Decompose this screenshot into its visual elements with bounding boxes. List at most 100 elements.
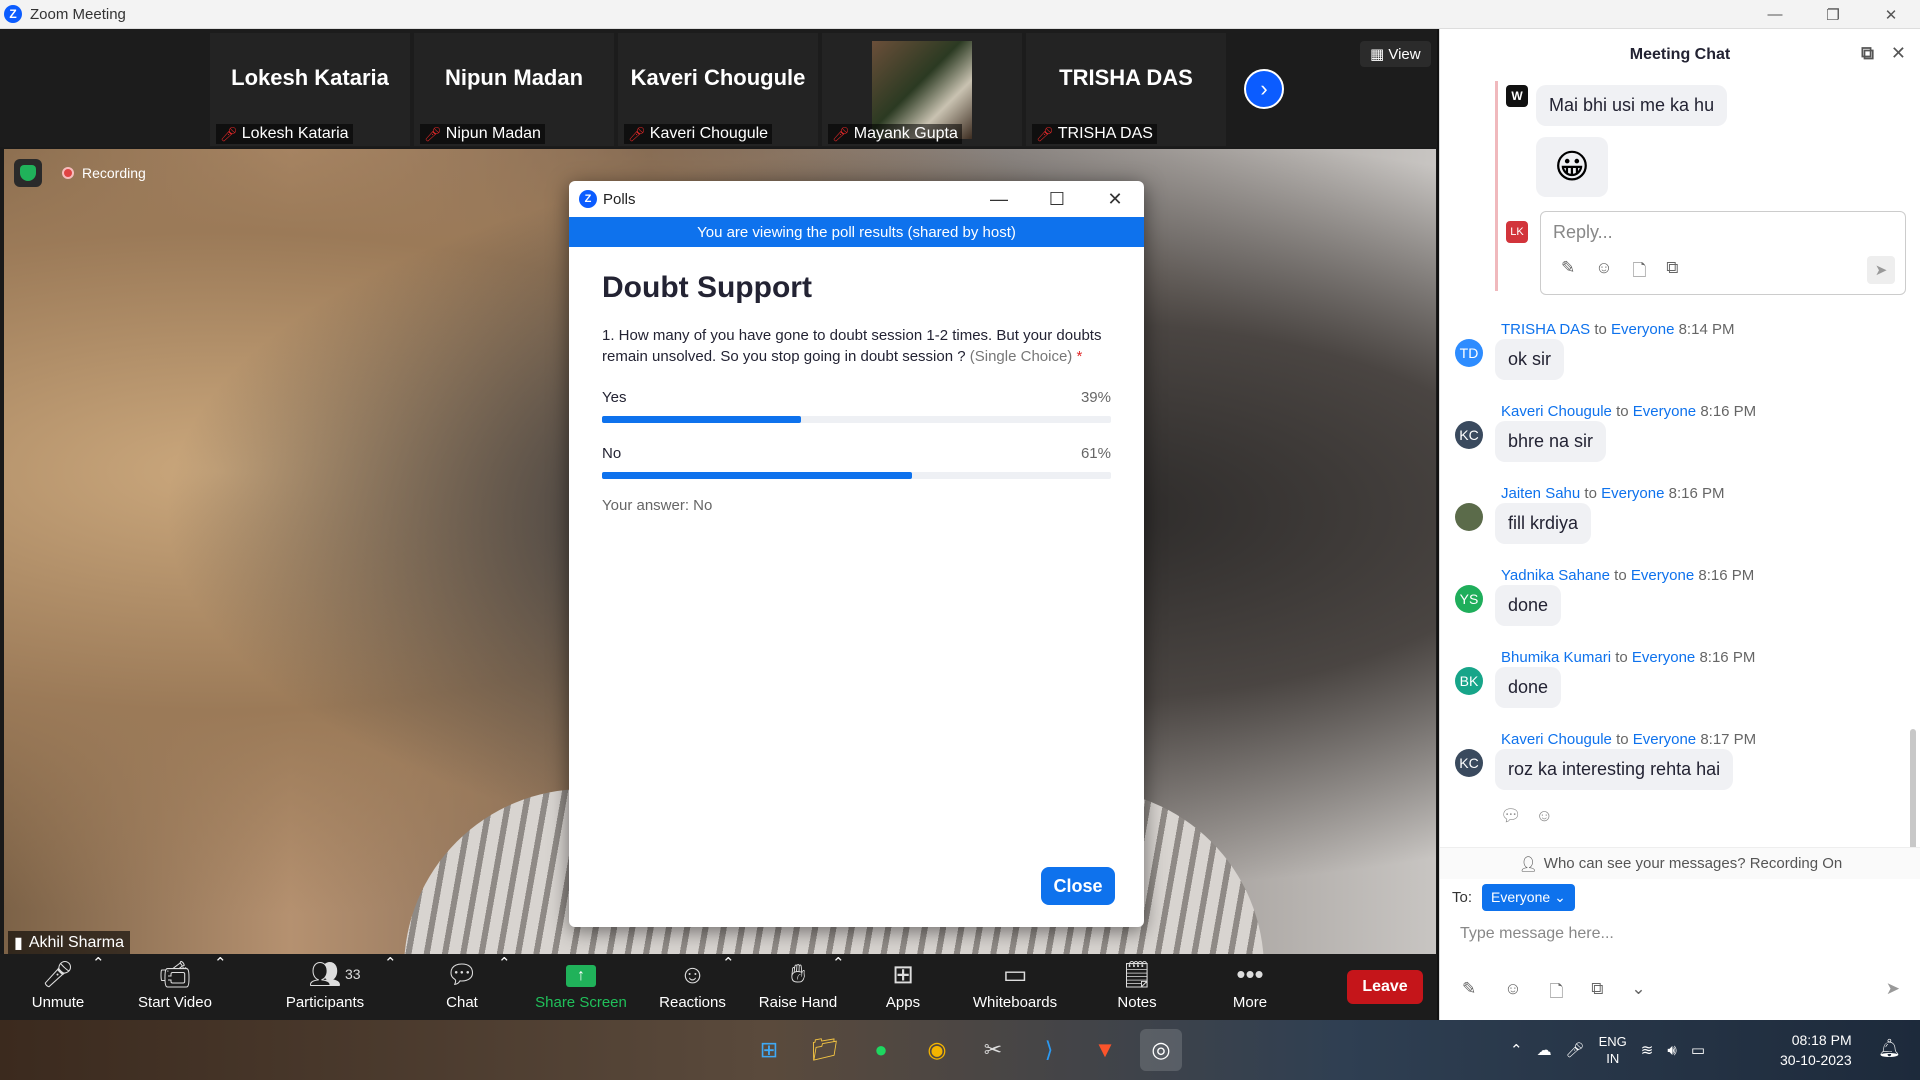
message-input[interactable]: Type message here...	[1460, 925, 1614, 943]
minimize-icon[interactable]: —	[1746, 0, 1804, 29]
sender-name[interactable]: Bhumika Kumari	[1501, 649, 1611, 666]
battery-icon[interactable]: ▭	[1691, 1041, 1705, 1059]
vscode-icon[interactable]: ⟩	[1028, 1029, 1070, 1071]
onedrive-icon[interactable]: ☁	[1537, 1041, 1552, 1059]
close-chat-icon[interactable]: ✕	[1891, 43, 1906, 64]
add-reaction-icon[interactable]: ☺	[1536, 806, 1553, 826]
raise-hand-options-chevron-icon[interactable]: ⌃	[832, 954, 845, 1020]
poll-close-button[interactable]: Close	[1041, 867, 1115, 905]
zoom-logo-icon: Z	[4, 5, 22, 23]
to-word: to	[1616, 731, 1629, 748]
close-window-icon[interactable]: ✕	[1862, 0, 1920, 29]
visibility-note[interactable]: 👤︎ Who can see your messages? Recording …	[1440, 847, 1920, 879]
emoji-message[interactable]: 😀	[1536, 137, 1608, 197]
sender-name[interactable]: Kaveri Chougule	[1501, 731, 1612, 748]
your-answer: Your answer: No	[602, 497, 713, 514]
tray-chevron-icon[interactable]: ⌃	[1510, 1041, 1523, 1059]
poll-maximize-icon[interactable]: ☐	[1028, 181, 1086, 217]
format-icon[interactable]: ✎	[1462, 979, 1476, 1008]
participant-tile[interactable]: Kaveri Chougule 🎤︎ Kaveri Chougule	[618, 33, 818, 146]
recipient[interactable]: Everyone	[1633, 403, 1696, 420]
whiteboards-button[interactable]: ▭ Whiteboards	[965, 954, 1065, 1020]
send-icon[interactable]: ➤	[1886, 979, 1900, 999]
participant-tile[interactable]: Nipun Madan 🎤︎ Nipun Madan	[414, 33, 614, 146]
next-page-arrow-icon[interactable]: ›	[1244, 69, 1284, 109]
participant-tile[interactable]: TRISHA DAS 🎤︎ TRISHA DAS	[1026, 33, 1226, 146]
snipping-tool-icon[interactable]: ✂	[972, 1029, 1014, 1071]
start-video-button[interactable]: 📹︎ Start Video	[130, 954, 220, 1020]
video-options-chevron-icon[interactable]: ⌃	[214, 954, 227, 1020]
zoom-app-icon[interactable]: ◎	[1140, 1029, 1182, 1071]
chat-header: Meeting Chat ⧉ ✕	[1440, 29, 1920, 81]
chat-message-bubble[interactable]: done	[1495, 667, 1562, 708]
brave-icon[interactable]: ▼	[1084, 1029, 1126, 1071]
emoji-icon[interactable]: ☺	[1595, 258, 1612, 287]
chat-options-chevron-icon[interactable]: ⌃	[498, 954, 511, 1020]
notes-button[interactable]: 🗒︎ Notes	[1107, 954, 1167, 1020]
windows-start-icon[interactable]: ⊞	[748, 1029, 790, 1071]
poll-close-icon[interactable]: ✕	[1086, 181, 1144, 217]
recording-indicator[interactable]: Recording	[62, 165, 146, 181]
reply-input[interactable]: Reply... ✎ ☺ 🗋 ⧉ ➤	[1540, 211, 1906, 295]
participants-label: Participants	[285, 994, 365, 1011]
chrome-icon[interactable]: ◉	[916, 1029, 958, 1071]
leave-button[interactable]: Leave	[1347, 970, 1423, 1004]
language-indicator[interactable]: ENG IN	[1599, 1033, 1627, 1067]
recipient[interactable]: Everyone	[1632, 649, 1695, 666]
recipient[interactable]: Everyone	[1633, 731, 1696, 748]
restore-icon[interactable]: ❐	[1804, 0, 1862, 29]
chevron-down-icon[interactable]: ⌄	[1631, 979, 1645, 1008]
recipient[interactable]: Everyone	[1631, 567, 1694, 584]
chat-message-bubble[interactable]: ok sir	[1495, 339, 1565, 380]
recipient-dropdown[interactable]: Everyone ⌄	[1482, 884, 1575, 911]
screenshot-icon[interactable]: ⧉	[1666, 258, 1678, 287]
recipient[interactable]: Everyone	[1601, 485, 1664, 502]
chat-message-bubble[interactable]: done	[1495, 585, 1562, 626]
poll-minimize-icon[interactable]: —	[970, 181, 1028, 217]
audio-options-chevron-icon[interactable]: ⌃	[92, 954, 105, 1020]
participant-label-text: TRISHA DAS	[1057, 125, 1153, 142]
reply-thread-icon[interactable]: 💬︎	[1500, 806, 1522, 826]
share-screen-button[interactable]: ↑ Share Screen	[531, 954, 631, 1020]
chat-message-bubble[interactable]: fill krdiya	[1495, 503, 1592, 544]
participant-tile[interactable]: 🎤︎ Mayank Gupta	[822, 33, 1022, 146]
file-explorer-icon[interactable]: 📁︎	[804, 1029, 846, 1071]
send-icon[interactable]: ➤	[1867, 256, 1895, 284]
chat-message-bubble[interactable]: bhre na sir	[1495, 421, 1607, 462]
emoji-icon[interactable]: ☺	[1504, 979, 1521, 1008]
pop-out-icon[interactable]: ⧉	[1861, 43, 1874, 64]
view-button[interactable]: ▦ View	[1360, 41, 1431, 67]
spotify-icon[interactable]: ●	[860, 1029, 902, 1071]
participants-options-chevron-icon[interactable]: ⌃	[384, 954, 397, 1020]
notification-bell-icon[interactable]: 🔔︎	[1878, 1038, 1901, 1059]
meeting-toolbar: 🎤︎ Unmute ⌃ 📹︎ Start Video ⌃ 👥︎ Particip…	[0, 954, 1437, 1020]
reactions-label: Reactions	[659, 994, 726, 1011]
chat-message-bubble[interactable]: roz ka interesting rehta hai	[1495, 749, 1734, 790]
chat-button[interactable]: 💬︎ Chat	[432, 954, 492, 1020]
more-button[interactable]: ••• More	[1220, 954, 1280, 1020]
chat-scrollbar[interactable]	[1910, 729, 1916, 859]
sender-name[interactable]: Yadnika Sahane	[1501, 567, 1610, 584]
sender-name[interactable]: TRISHA DAS	[1501, 321, 1590, 338]
format-icon[interactable]: ✎	[1561, 258, 1575, 287]
sender-name[interactable]: Jaiten Sahu	[1501, 485, 1580, 502]
avatar: BK	[1455, 667, 1483, 695]
sender-name[interactable]: Kaveri Chougule	[1501, 403, 1612, 420]
wifi-icon[interactable]: ≋	[1641, 1041, 1654, 1059]
raise-hand-button[interactable]: ✋︎ Raise Hand	[756, 954, 840, 1020]
volume-icon[interactable]: 🔊︎	[1667, 1042, 1676, 1059]
file-icon[interactable]: 🗋	[1550, 979, 1564, 1008]
reactions-options-chevron-icon[interactable]: ⌃	[722, 954, 735, 1020]
participants-button[interactable]: 👥︎ Participants	[280, 954, 370, 1020]
file-icon[interactable]: 🗋	[1633, 258, 1647, 287]
reactions-button[interactable]: ☺ Reactions	[655, 954, 730, 1020]
apps-button[interactable]: ⊞ Apps	[873, 954, 933, 1020]
participant-tile[interactable]: Lokesh Kataria 🎤︎ Lokesh Kataria	[210, 33, 410, 146]
unmute-button[interactable]: 🎤︎ Unmute	[22, 954, 94, 1020]
screenshot-icon[interactable]: ⧉	[1591, 979, 1603, 1008]
security-shield-icon[interactable]	[14, 159, 42, 187]
recipient[interactable]: Everyone	[1611, 321, 1674, 338]
clock[interactable]: 08:18 PM 30-10-2023	[1780, 1030, 1852, 1070]
chat-message-bubble[interactable]: Mai bhi usi me ka hu	[1536, 85, 1728, 126]
mic-tray-icon[interactable]: 🎤︎	[1566, 1041, 1585, 1059]
